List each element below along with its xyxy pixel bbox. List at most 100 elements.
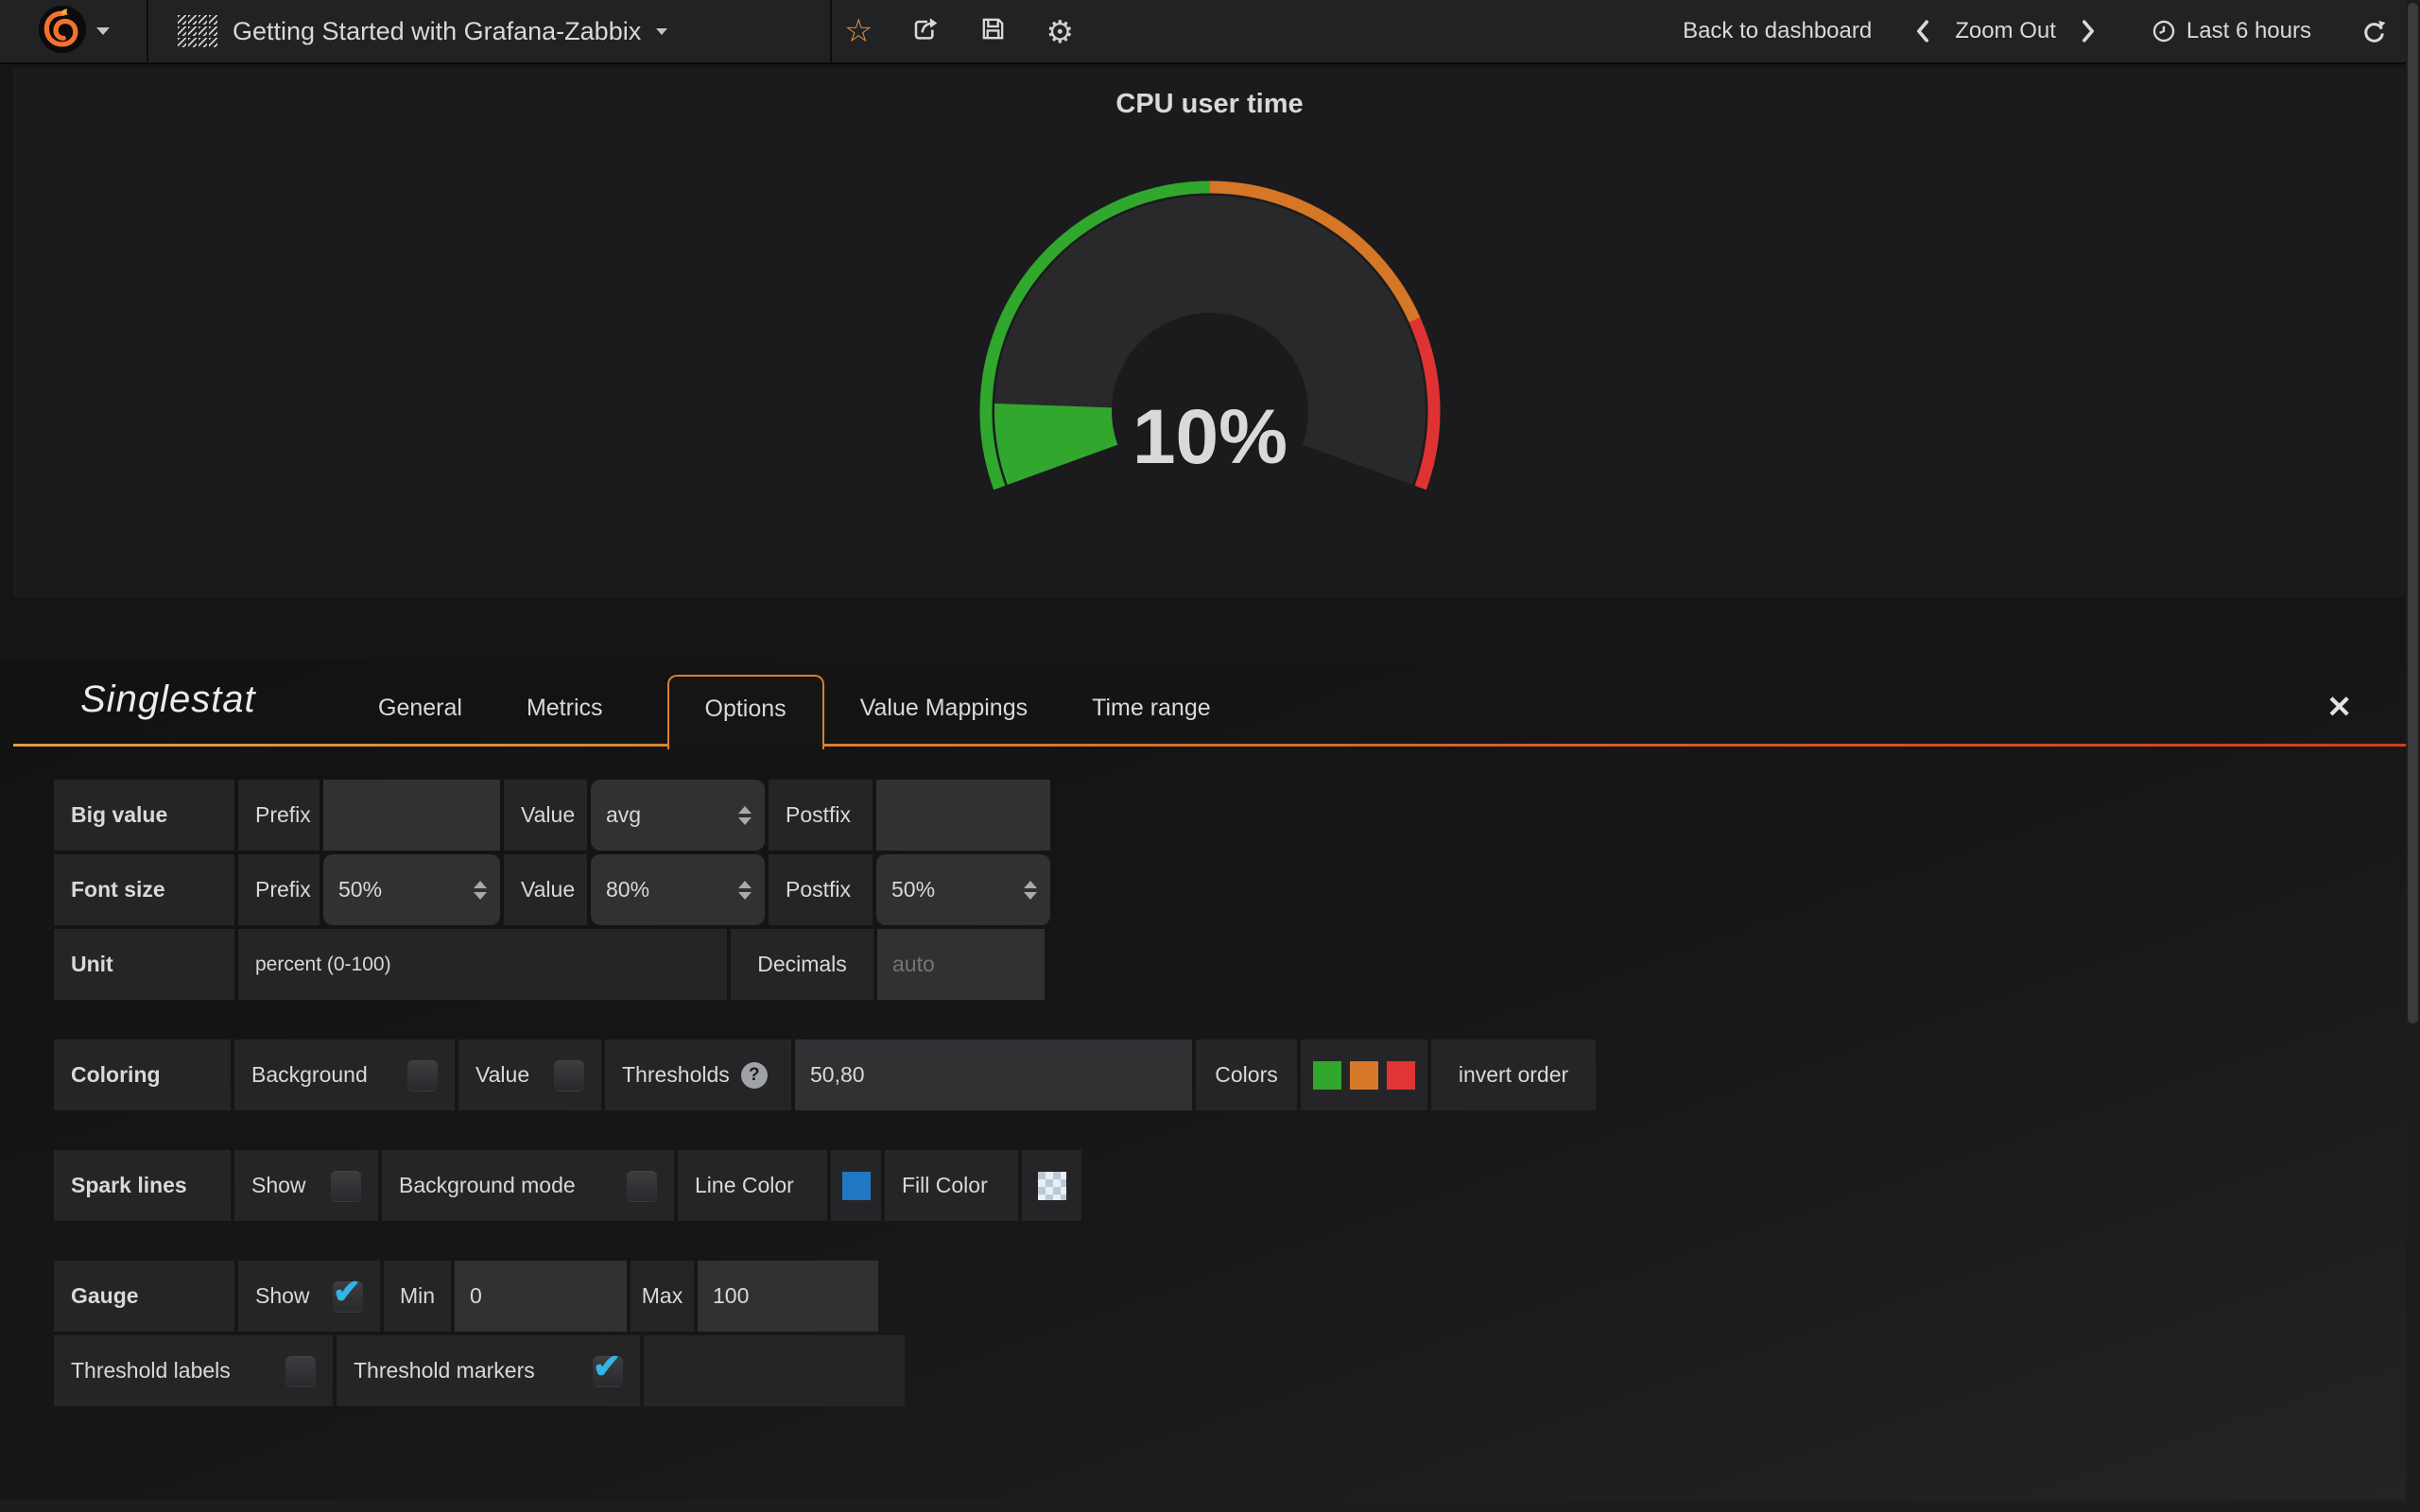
refresh-icon[interactable] bbox=[2360, 18, 2388, 45]
top-navbar: Getting Started with Grafana-Zabbix ☆ bbox=[0, 0, 2420, 64]
thresholds-label: Thresholds bbox=[622, 1062, 730, 1088]
invert-order-button[interactable]: invert order bbox=[1431, 1040, 1596, 1110]
thresholds-input[interactable] bbox=[795, 1040, 1192, 1110]
line-color-label: Line Color bbox=[678, 1150, 827, 1221]
postfix-label: Postfix bbox=[769, 854, 873, 925]
max-label: Max bbox=[631, 1261, 694, 1332]
show-label: Show bbox=[255, 1283, 310, 1309]
thresholds-input-cell bbox=[795, 1040, 1192, 1110]
time-shift-left-icon[interactable] bbox=[1913, 18, 1932, 44]
threshold-markers-cell: Threshold markers ✔ bbox=[337, 1335, 640, 1406]
dashboard-title-button[interactable]: Getting Started with Grafana-Zabbix bbox=[178, 0, 667, 62]
grafana-logo-icon bbox=[38, 5, 87, 59]
options-form: Big value Prefix Value avg Postfix Font … bbox=[0, 747, 2420, 1406]
bottom-strip bbox=[0, 1501, 2406, 1512]
background-checkbox[interactable] bbox=[407, 1060, 438, 1091]
empty-cell bbox=[644, 1335, 905, 1406]
max-input-cell bbox=[698, 1261, 878, 1332]
tab-metrics[interactable]: Metrics bbox=[527, 676, 603, 747]
gauge-row: Gauge Show ✔ Min Max bbox=[54, 1261, 2420, 1332]
fill-color-cell bbox=[1022, 1150, 1081, 1221]
postfix-input-cell bbox=[876, 780, 1050, 850]
tab-value-mappings[interactable]: Value Mappings bbox=[860, 676, 1028, 747]
fill-color-label: Fill Color bbox=[885, 1150, 1018, 1221]
settings-gear-icon[interactable]: ⚙ bbox=[1046, 16, 1074, 47]
threshold-color-swatch-green[interactable] bbox=[1313, 1061, 1341, 1090]
value-size-select[interactable]: 80% bbox=[591, 854, 765, 925]
value-label: Value bbox=[475, 1062, 529, 1088]
big-value-prefix-input[interactable] bbox=[323, 780, 500, 850]
decimals-input-cell bbox=[877, 929, 1045, 1000]
decimals-input[interactable] bbox=[877, 929, 1045, 1000]
save-icon[interactable] bbox=[978, 14, 1008, 48]
fill-color-swatch[interactable] bbox=[1038, 1172, 1066, 1200]
value-label: Value bbox=[504, 854, 587, 925]
editor-tabbar: Singlestat General Metrics Options Value… bbox=[0, 662, 2420, 747]
threshold-labels-label: Threshold labels bbox=[71, 1358, 231, 1383]
threshold-color-swatch-red[interactable] bbox=[1387, 1061, 1415, 1090]
background-mode-checkbox[interactable] bbox=[627, 1171, 657, 1201]
spark-lines-row: Spark lines Show Background mode Line Co… bbox=[54, 1150, 2420, 1221]
value-label: Value bbox=[504, 780, 587, 850]
threshold-options-row: Threshold labels Threshold markers ✔ bbox=[54, 1335, 2420, 1406]
favorite-star-icon[interactable]: ☆ bbox=[844, 15, 873, 47]
gauge-label: Gauge bbox=[54, 1261, 234, 1332]
big-value-row: Big value Prefix Value avg Postfix bbox=[54, 780, 2420, 850]
gauge-min-input[interactable] bbox=[455, 1261, 627, 1332]
threshold-color-swatch-orange[interactable] bbox=[1350, 1061, 1378, 1090]
prefix-input-cell bbox=[323, 780, 500, 850]
share-icon[interactable] bbox=[910, 14, 941, 49]
min-label: Min bbox=[384, 1261, 451, 1332]
threshold-labels-checkbox[interactable] bbox=[285, 1356, 316, 1386]
panel-title[interactable]: CPU user time bbox=[13, 68, 2406, 120]
dashboard-title: Getting Started with Grafana-Zabbix bbox=[233, 17, 641, 46]
line-color-swatch[interactable] bbox=[842, 1172, 871, 1200]
min-input-cell bbox=[455, 1261, 627, 1332]
prefix-size-selected: 50% bbox=[338, 877, 382, 902]
thresholds-label-cell: Thresholds ? bbox=[605, 1040, 791, 1110]
postfix-size-select[interactable]: 50% bbox=[876, 854, 1050, 925]
zoom-out-button[interactable]: Zoom Out bbox=[1955, 18, 2056, 44]
tab-general[interactable]: General bbox=[378, 676, 462, 747]
tab-options[interactable]: Options bbox=[667, 675, 824, 749]
line-color-cell bbox=[831, 1150, 881, 1221]
panel-type-title: Singlestat bbox=[80, 679, 256, 721]
gauge-max-input[interactable] bbox=[698, 1261, 878, 1332]
navbar-separator-2 bbox=[830, 0, 832, 62]
page-scrollbar[interactable] bbox=[2406, 0, 2420, 1512]
time-range-picker[interactable]: Last 6 hours bbox=[2187, 18, 2311, 44]
unit-value: percent (0-100) bbox=[255, 954, 391, 976]
gauge-value-text: 10% bbox=[1132, 394, 1287, 480]
prefix-size-select[interactable]: 50% bbox=[323, 854, 500, 925]
thresholds-help-icon[interactable]: ? bbox=[741, 1062, 768, 1089]
big-value-postfix-input[interactable] bbox=[876, 780, 1050, 850]
scrollbar-thumb[interactable] bbox=[2408, 3, 2418, 1023]
big-value-label: Big value bbox=[54, 780, 234, 850]
threshold-markers-checkbox[interactable]: ✔ bbox=[593, 1356, 623, 1386]
gauge-show-checkbox[interactable]: ✔ bbox=[333, 1281, 363, 1312]
colors-swatches-cell bbox=[1301, 1040, 1427, 1110]
gauge: 10% bbox=[964, 180, 1456, 536]
back-to-dashboard-button[interactable]: Back to dashboard bbox=[1683, 18, 1872, 44]
select-arrows-icon bbox=[1024, 881, 1037, 900]
grafana-screen: Getting Started with Grafana-Zabbix ☆ bbox=[0, 0, 2420, 1512]
singlestat-panel: CPU user time 10% bbox=[13, 68, 2406, 597]
time-shift-right-icon[interactable] bbox=[2079, 18, 2098, 44]
background-mode-label: Background mode bbox=[399, 1173, 576, 1198]
tab-time-range[interactable]: Time range bbox=[1092, 676, 1211, 747]
value-checkbox[interactable] bbox=[554, 1060, 584, 1091]
prefix-label: Prefix bbox=[238, 780, 320, 850]
unit-picker[interactable]: percent (0-100) bbox=[238, 929, 727, 1000]
navbar-separator bbox=[147, 0, 148, 62]
decimals-label: Decimals bbox=[731, 929, 873, 1000]
dashboard-caret-icon bbox=[656, 28, 667, 35]
background-mode-cell: Background mode bbox=[382, 1150, 674, 1221]
close-editor-icon[interactable]: ✕ bbox=[2326, 692, 2352, 722]
clock-icon bbox=[2151, 18, 2177, 44]
grafana-logo-menu[interactable] bbox=[0, 0, 147, 62]
spark-show-checkbox[interactable] bbox=[331, 1171, 361, 1201]
panel-editor: Singlestat General Metrics Options Value… bbox=[0, 662, 2420, 1512]
font-size-label: Font size bbox=[54, 854, 234, 925]
value-stat-select[interactable]: avg bbox=[591, 780, 765, 850]
gauge-show-cell: Show ✔ bbox=[238, 1261, 380, 1332]
